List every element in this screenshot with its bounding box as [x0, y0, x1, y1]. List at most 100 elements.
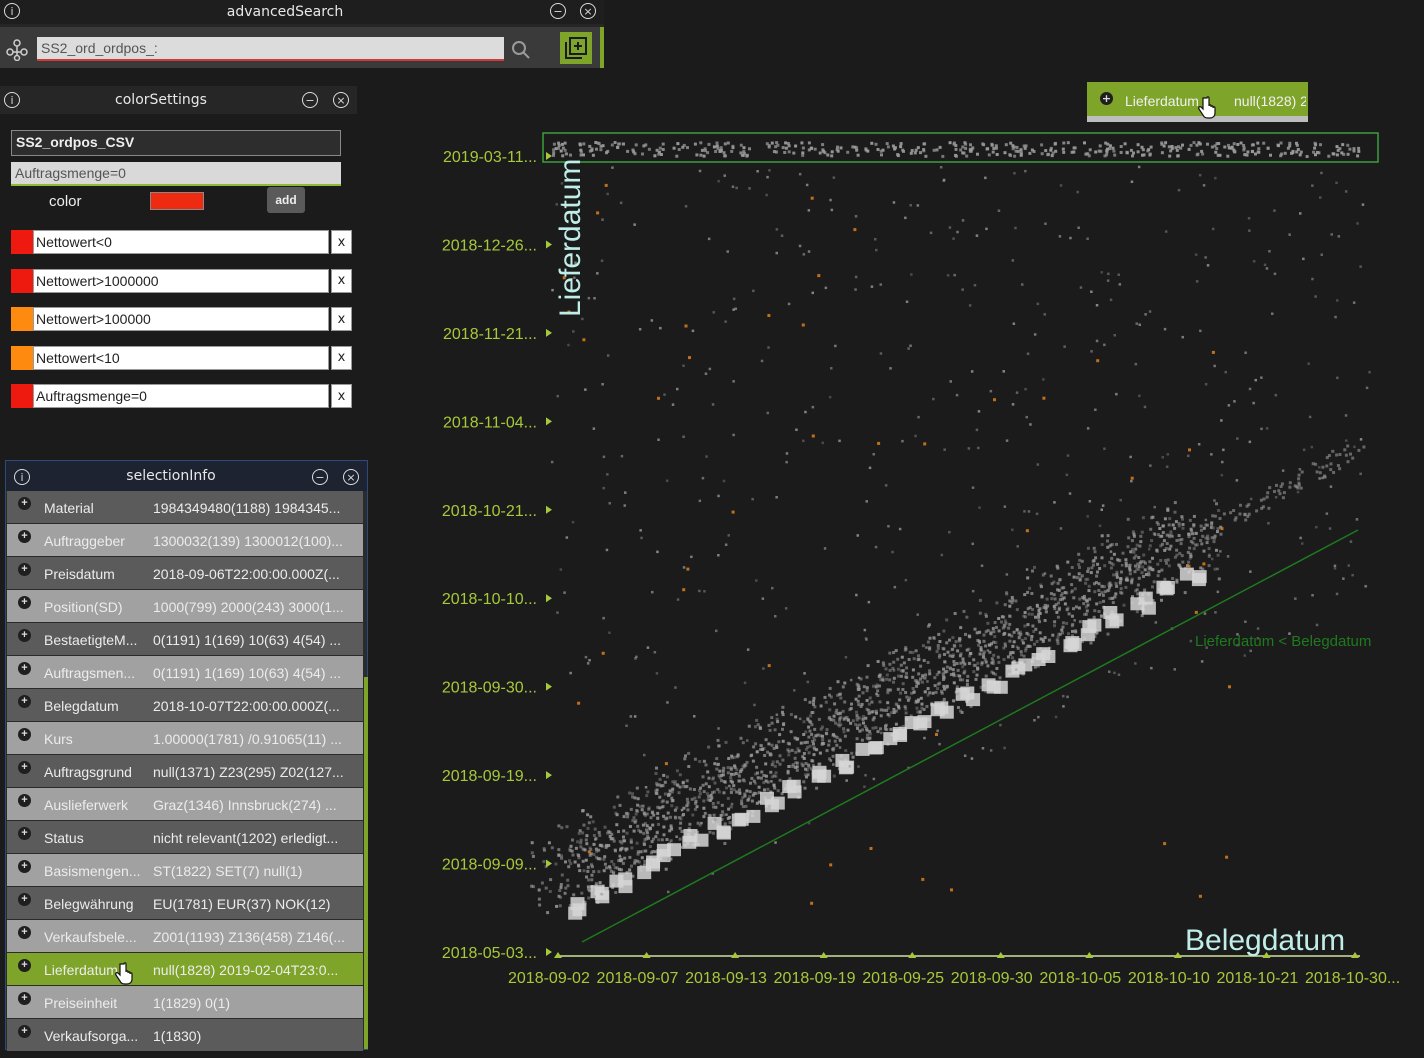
attribute-row[interactable]: + BestaetigteM... 0(1191) 1(169) 10(63) 4(…: [7, 623, 363, 655]
data-point: [807, 250, 811, 253]
attribute-row[interactable]: + Belegwährung EU(1781) EUR(37) NOK(12): [7, 887, 363, 919]
data-point: [618, 803, 622, 807]
rule-color-swatch[interactable]: [11, 307, 33, 331]
rule-color-swatch[interactable]: [11, 268, 33, 293]
data-point: [981, 655, 985, 659]
rule-expression[interactable]: Nettowert>1000000: [33, 268, 329, 293]
data-point: [1125, 576, 1129, 580]
close-icon[interactable]: ×: [580, 3, 596, 19]
data-point: [1229, 146, 1233, 150]
data-point: [1207, 564, 1211, 568]
data-point: [619, 848, 622, 852]
close-icon[interactable]: ×: [333, 92, 349, 108]
expand-icon[interactable]: +: [18, 629, 31, 642]
expand-icon[interactable]: +: [18, 530, 31, 543]
expand-icon[interactable]: +: [18, 893, 31, 906]
data-point: [1129, 148, 1133, 152]
data-point: [1203, 612, 1207, 615]
data-point: [1070, 591, 1073, 594]
scatter-chart[interactable]: 2018-05-03...2018-09-09...2018-09-19...2…: [420, 125, 1424, 995]
remove-rule-button[interactable]: x: [331, 345, 352, 370]
expand-icon[interactable]: +: [18, 728, 31, 741]
attribute-row[interactable]: + Auftraggeber 1300032(139) 1300012(100)..…: [7, 524, 363, 556]
remove-rule-button[interactable]: x: [331, 384, 352, 408]
search-icon[interactable]: [511, 40, 531, 60]
data-point: [633, 223, 636, 226]
expand-icon[interactable]: +: [18, 860, 31, 873]
data-point: [1323, 474, 1326, 478]
attribute-row[interactable]: + Belegdatum 2018-10-07T22:00:00.000Z(...: [7, 689, 363, 721]
search-input[interactable]: [37, 37, 504, 61]
data-point: [1033, 665, 1037, 669]
attribute-row[interactable]: + Verkaufsbele... Z001(1193) Z136(458) Z14…: [7, 920, 363, 952]
expand-icon[interactable]: +: [18, 827, 31, 840]
data-point: [766, 787, 770, 791]
rule-expression[interactable]: Nettowert<10: [33, 345, 329, 370]
remove-rule-button[interactable]: x: [331, 307, 352, 331]
attribute-values: null(1828) 2019-02-04T23:0...: [153, 962, 339, 978]
close-icon[interactable]: ×: [343, 469, 359, 485]
data-point: [679, 817, 683, 821]
data-point: [1086, 546, 1090, 550]
rule-expression[interactable]: Nettowert<0: [33, 230, 329, 254]
data-point: [1150, 666, 1153, 670]
attribute-row[interactable]: + Verkaufsorga... 1(1830): [7, 1019, 363, 1051]
data-point: [813, 147, 817, 151]
attribute-row[interactable]: + Status nicht relevant(1202) erledigt...: [7, 821, 363, 853]
attribute-row[interactable]: + Auftragsmen... 0(1191) 1(169) 10(63) 4(5…: [7, 656, 363, 688]
expand-icon[interactable]: +: [1100, 92, 1113, 105]
data-point: [665, 775, 669, 779]
expand-icon[interactable]: +: [18, 1025, 31, 1038]
expand-icon[interactable]: +: [18, 497, 31, 510]
rule-color-swatch[interactable]: [11, 230, 33, 254]
expand-icon[interactable]: +: [18, 926, 31, 939]
attribute-row[interactable]: + Material 1984349480(1188) 1984345...: [7, 491, 363, 523]
attribute-row[interactable]: + Preiseinheit 1(1829) 0(1): [7, 986, 363, 1018]
data-point: [1147, 547, 1151, 551]
expand-icon[interactable]: +: [18, 761, 31, 774]
expand-icon[interactable]: +: [18, 959, 31, 972]
expand-icon[interactable]: +: [18, 992, 31, 1005]
add-panel-button[interactable]: [560, 32, 592, 64]
attribute-row[interactable]: + Auslieferwerk Graz(1346) Innsbruck(274) …: [7, 788, 363, 820]
minimize-icon[interactable]: −: [302, 92, 318, 108]
data-point: [624, 491, 627, 494]
attribute-row[interactable]: + Preisdatum 2018-09-06T22:00:00.000Z(...: [7, 557, 363, 589]
rule-color-swatch[interactable]: [11, 345, 33, 370]
data-point: [588, 853, 592, 857]
expand-icon[interactable]: +: [18, 794, 31, 807]
attribute-row[interactable]: + Lieferdatum null(1828) 2019-02-04T23:0..…: [7, 953, 363, 985]
remove-rule-button[interactable]: x: [331, 268, 352, 293]
data-point: [1220, 419, 1223, 422]
expand-icon[interactable]: +: [18, 596, 31, 609]
attribute-row[interactable]: + Auftragsgrund null(1371) Z23(295) Z02(12…: [7, 755, 363, 787]
network-icon[interactable]: [6, 39, 28, 61]
data-point: [698, 589, 701, 593]
new-rule-input[interactable]: [11, 162, 341, 186]
attribute-row[interactable]: + Position(SD) 1000(799) 2000(243) 3000(1.…: [7, 590, 363, 622]
data-point: [1003, 151, 1007, 155]
expand-icon[interactable]: +: [18, 563, 31, 576]
remove-rule-button[interactable]: x: [331, 230, 352, 254]
data-point: [743, 681, 747, 685]
color-picker[interactable]: [150, 192, 204, 210]
data-point: [582, 142, 586, 146]
expand-icon[interactable]: +: [18, 662, 31, 675]
data-point: [923, 676, 927, 680]
rule-expression[interactable]: Nettowert>100000: [33, 307, 329, 331]
minimize-icon[interactable]: −: [312, 469, 328, 485]
selection-rectangle[interactable]: [542, 132, 1379, 163]
data-point: [1119, 590, 1122, 594]
rule-color-swatch[interactable]: [11, 384, 33, 408]
add-rule-button[interactable]: add: [267, 187, 305, 213]
attribute-row[interactable]: + Kurs 1.00000(1781) /0.91065(11) ...: [7, 722, 363, 754]
data-point: [884, 667, 888, 671]
attribute-row[interactable]: + Basismengen... ST(1822) SET(7) null(1): [7, 854, 363, 886]
expand-icon[interactable]: +: [18, 695, 31, 708]
data-point: [938, 145, 942, 149]
minimize-icon[interactable]: −: [550, 3, 566, 19]
data-point: [565, 536, 569, 539]
rule-expression[interactable]: Auftragsmenge=0: [33, 384, 329, 408]
data-point: [901, 682, 905, 686]
data-point: [1119, 151, 1123, 154]
